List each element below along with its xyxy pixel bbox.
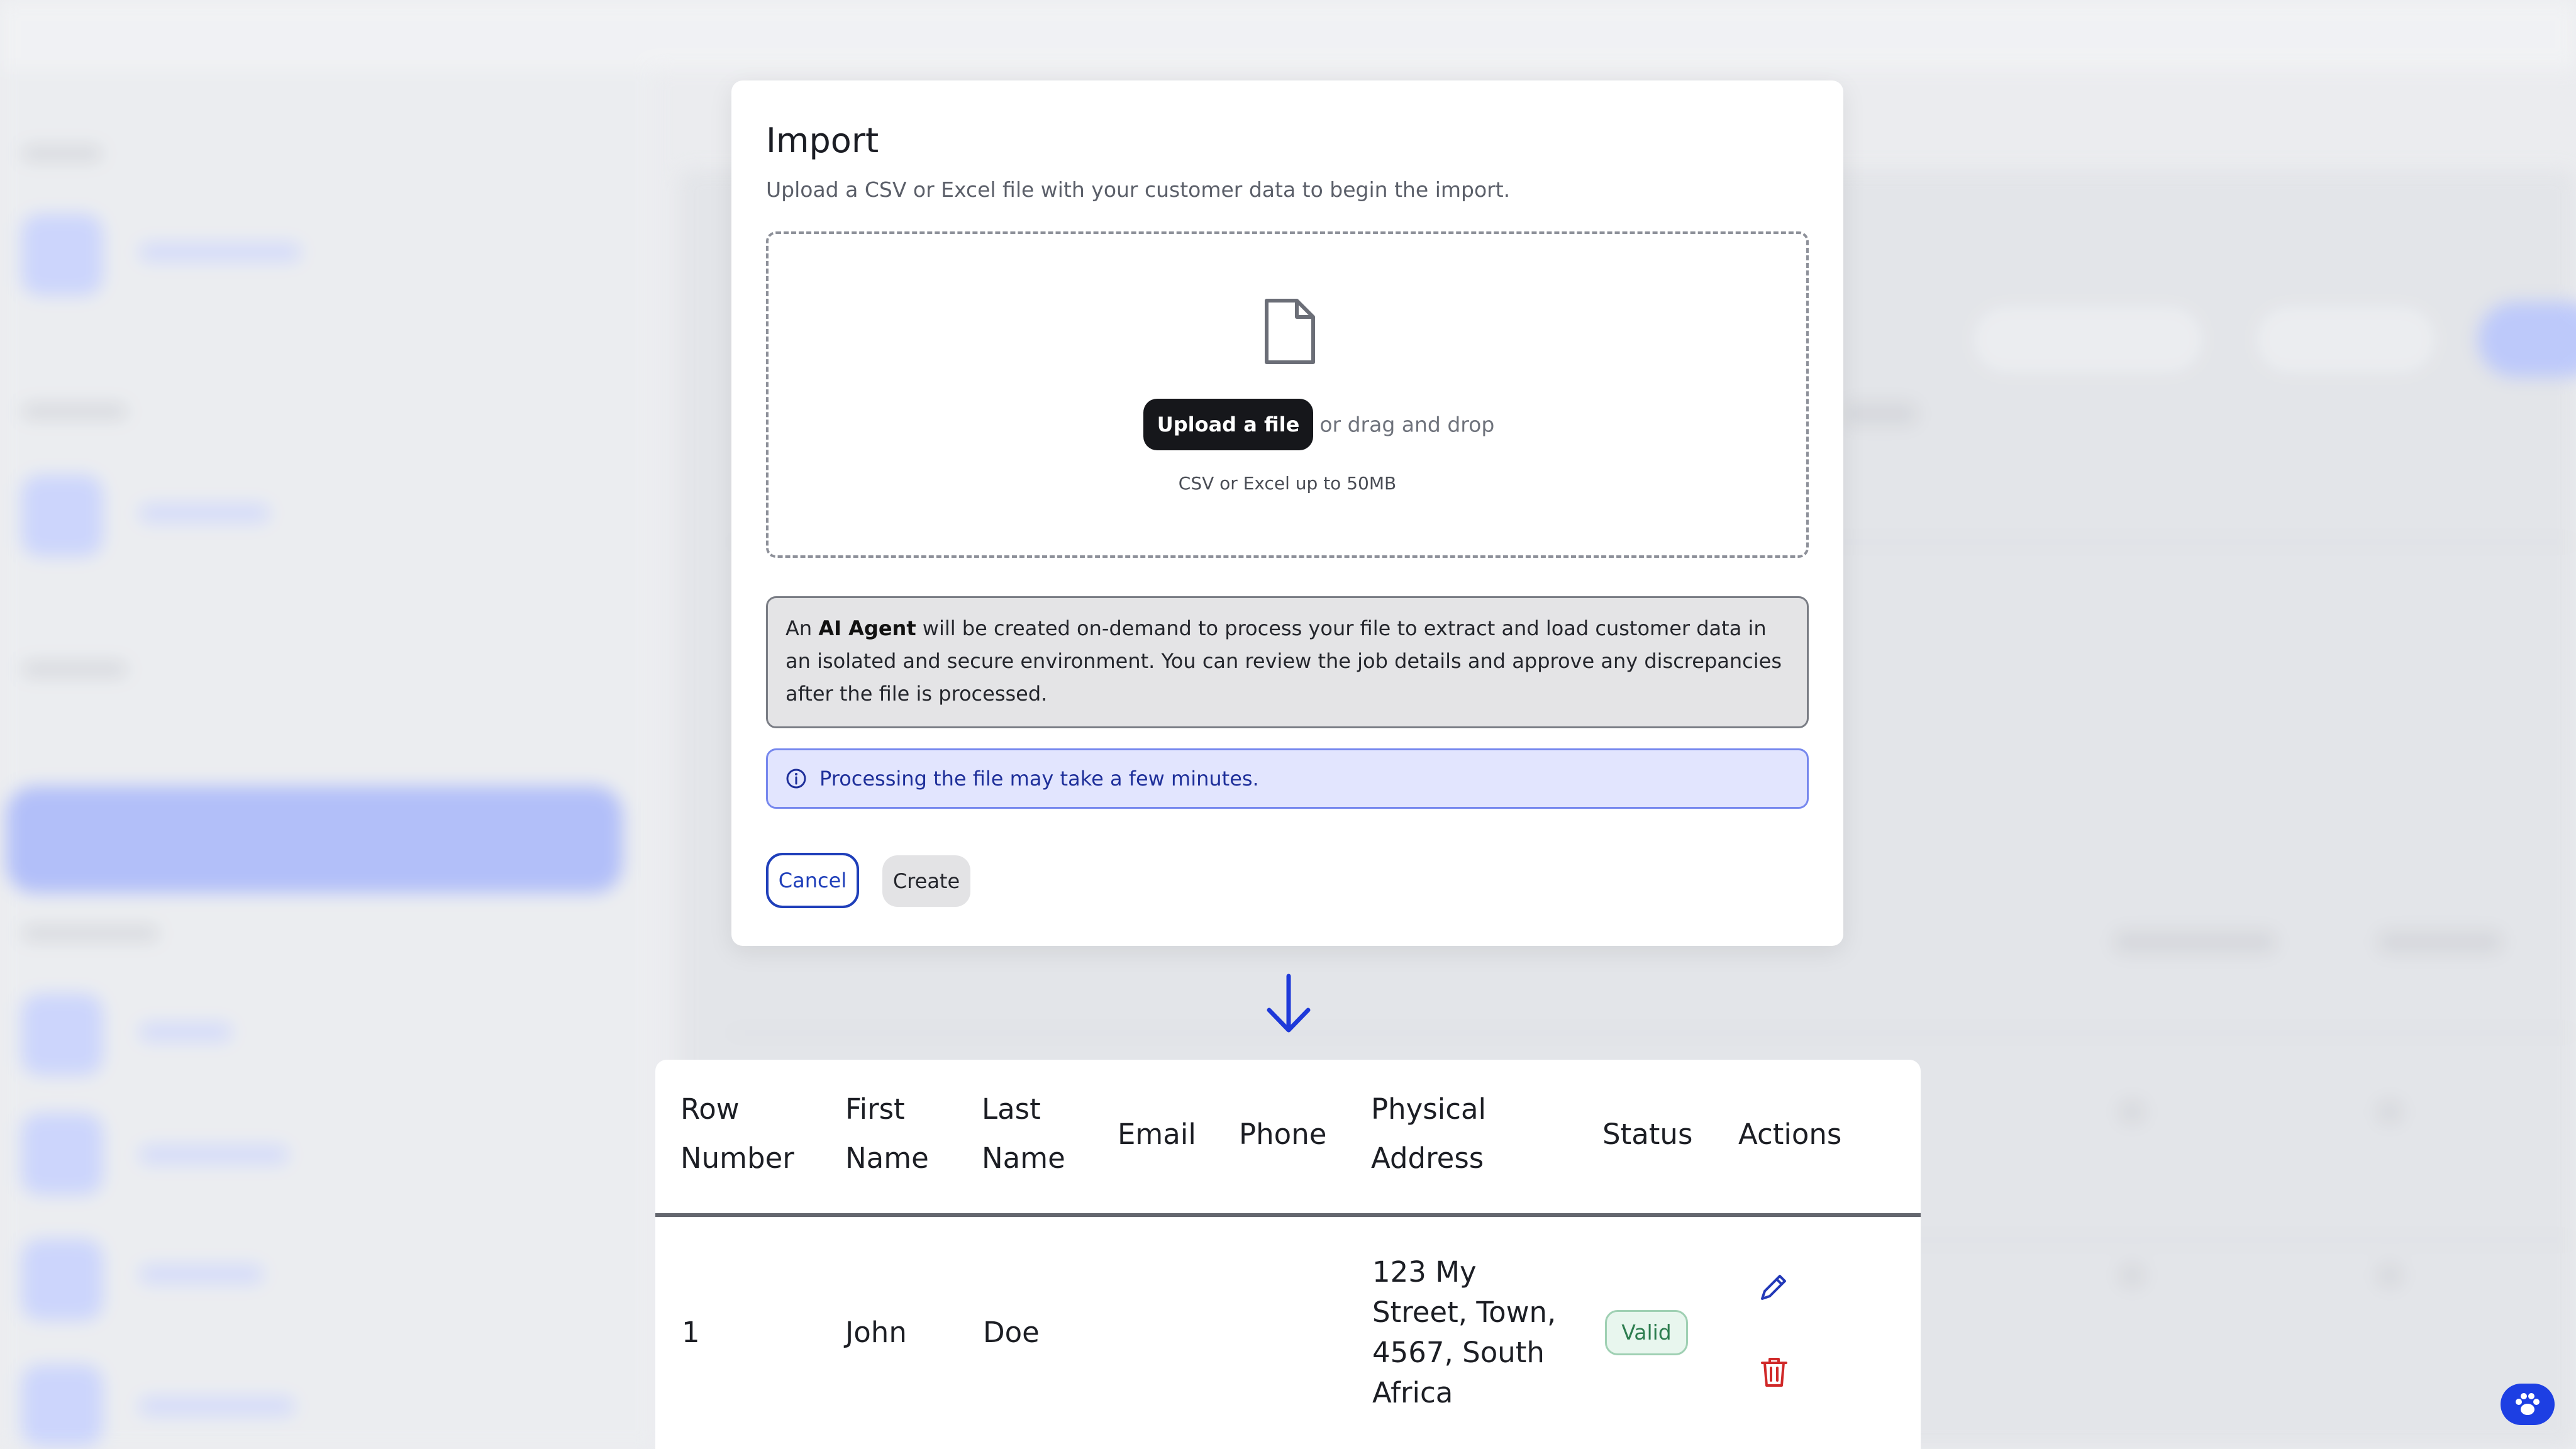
background-nav-text	[138, 1264, 264, 1284]
processing-note: Processing the file may take a few minut…	[766, 748, 1809, 809]
file-type-hint: CSV or Excel up to 50MB	[1178, 473, 1397, 494]
table-header: Row Number First Name Last Name Email Ph…	[655, 1060, 1921, 1217]
background-cell	[2113, 931, 2277, 953]
column-header-status: Status	[1602, 1118, 1693, 1151]
background-cell	[1843, 402, 1918, 425]
import-modal: Import Upload a CSV or Excel file with y…	[731, 80, 1843, 946]
status-badge: Valid	[1605, 1310, 1688, 1355]
background-nav-text	[138, 1396, 296, 1416]
background-nav-icon	[21, 994, 103, 1075]
background-sidebar	[0, 69, 654, 1449]
background-pill	[2478, 302, 2576, 377]
cell-first-name: John	[845, 1316, 907, 1349]
background-nav-icon	[21, 1113, 103, 1195]
background-label	[21, 924, 160, 942]
column-header-line: Last	[982, 1092, 1041, 1126]
screen: Import Upload a CSV or Excel file with y…	[0, 0, 2576, 1449]
arrow-down-icon	[1267, 974, 1311, 1033]
background-cell	[2377, 931, 2503, 953]
column-header-actions: Actions	[1738, 1118, 1842, 1151]
file-dropzone[interactable]: Upload a file or drag and drop CSV or Exc…	[766, 231, 1809, 558]
background-pill	[2251, 302, 2440, 377]
column-header-physical-address: Physical Address	[1371, 1085, 1486, 1183]
cell-last-name: Doe	[983, 1316, 1040, 1349]
background-nav-text	[138, 242, 302, 262]
column-header-line: Physical	[1371, 1092, 1487, 1126]
background-cell	[2119, 1264, 2145, 1287]
column-header-first-name: First Name	[845, 1085, 929, 1183]
info-circle-icon	[786, 769, 806, 789]
modal-title: Import	[766, 121, 879, 160]
background-cell	[2119, 1101, 2145, 1123]
column-header-line: Name	[982, 1141, 1065, 1175]
upload-file-button[interactable]: Upload a file	[1143, 399, 1314, 450]
address-line: Street, Town,	[1372, 1296, 1557, 1329]
column-header-line: First	[845, 1092, 905, 1126]
background-cell	[2377, 1264, 2402, 1287]
cell-row-number: 1	[682, 1316, 700, 1349]
ai-agent-info-box: An AI Agent will be created on-demand to…	[766, 596, 1809, 728]
pencil-icon[interactable]	[1757, 1271, 1790, 1304]
background-topbar	[0, 0, 2576, 69]
background-label	[21, 145, 103, 162]
address-line: 123 My	[1372, 1255, 1477, 1289]
modal-description: Upload a CSV or Excel file with your cus…	[766, 177, 1511, 202]
upload-row: Upload a file or drag and drop	[769, 399, 1806, 450]
background-nav-text	[138, 1022, 233, 1042]
paw-icon	[2516, 1393, 2540, 1415]
column-header-phone: Phone	[1239, 1118, 1327, 1151]
background-nav-text	[138, 503, 270, 523]
info-rest: will be created on-demand to process you…	[786, 616, 1782, 706]
address-line: Africa	[1372, 1376, 1453, 1409]
background-pill	[1968, 302, 2207, 377]
cancel-button[interactable]: Cancel	[766, 853, 859, 908]
background-nav-active	[6, 786, 623, 893]
background-nav-text	[138, 1145, 289, 1165]
column-header-line: Number	[680, 1141, 794, 1175]
cell-physical-address: 123 My Street, Town, 4567, South Africa	[1372, 1252, 1556, 1413]
address-line: 4567, South	[1372, 1336, 1545, 1369]
column-header-row-number: Row Number	[680, 1085, 794, 1183]
background-nav-icon	[21, 1239, 103, 1321]
help-button[interactable]	[2501, 1384, 2555, 1425]
file-icon	[1265, 299, 1315, 364]
background-cell	[2377, 1101, 2402, 1123]
info-bold-ai-agent: AI Agent	[818, 616, 916, 640]
background-nav-icon	[21, 1365, 103, 1446]
column-header-email: Email	[1118, 1118, 1196, 1151]
background-nav-icon	[21, 475, 103, 557]
column-header-last-name: Last Name	[982, 1085, 1065, 1183]
create-button[interactable]: Create	[882, 855, 970, 907]
column-header-line: Row	[680, 1092, 740, 1126]
trash-icon[interactable]	[1760, 1355, 1788, 1388]
background-label	[21, 402, 128, 420]
import-preview-table: Row Number First Name Last Name Email Ph…	[655, 1060, 1921, 1449]
info-prefix: An	[786, 616, 819, 640]
background-label	[21, 660, 128, 678]
background-divider	[730, 1031, 2576, 1034]
processing-note-text: Processing the file may take a few minut…	[819, 767, 1259, 791]
column-header-line: Name	[845, 1141, 929, 1175]
column-header-line: Address	[1371, 1141, 1484, 1175]
background-nav-icon	[21, 214, 103, 296]
drag-drop-text: or drag and drop	[1319, 412, 1495, 437]
